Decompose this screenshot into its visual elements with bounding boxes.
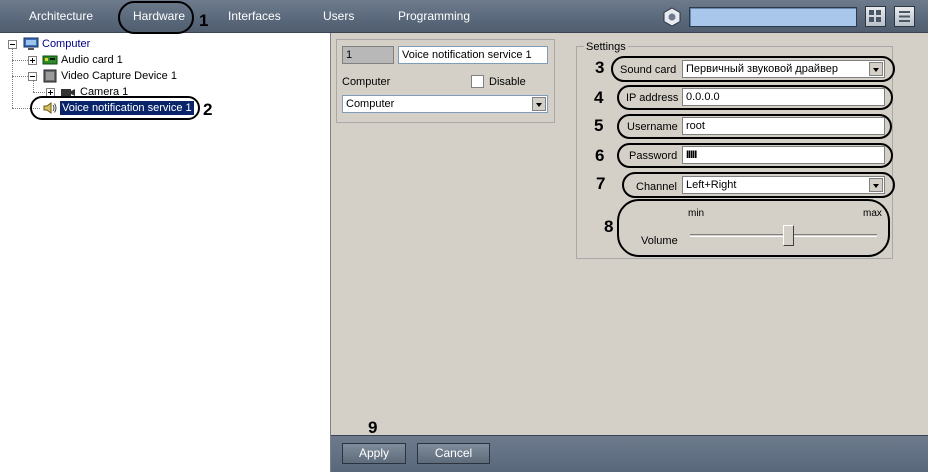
tab-interfaces[interactable]: Interfaces	[228, 9, 281, 23]
disable-label: Disable	[489, 76, 526, 88]
settings-hex-icon[interactable]	[662, 7, 682, 27]
audio-card-icon	[42, 55, 58, 65]
object-name-field[interactable]: Voice notification service 1	[398, 46, 548, 64]
cancel-button[interactable]: Cancel	[417, 443, 490, 464]
computer-icon	[23, 37, 39, 50]
annotation-number: 6	[595, 146, 605, 165]
annotation-oval-hardware	[118, 1, 194, 34]
video-device-icon	[43, 69, 57, 83]
computer-select-value: Computer	[346, 98, 395, 110]
annotation-number: 3	[595, 58, 605, 77]
app-window: Architecture Hardware Interfaces Users P…	[0, 0, 928, 472]
collapse-video-device-toggle[interactable]	[28, 72, 37, 81]
menu-icon	[899, 11, 910, 22]
annotation-number: 7	[596, 174, 606, 193]
tab-users[interactable]: Users	[323, 9, 354, 23]
search-input[interactable]	[689, 7, 857, 27]
tree-connector	[12, 60, 28, 61]
annotation-oval-volume	[617, 199, 890, 257]
disable-checkbox[interactable]	[471, 75, 484, 88]
apply-button[interactable]: Apply	[342, 443, 406, 464]
computer-label: Computer	[342, 76, 391, 88]
annotation-oval-ip-address	[617, 85, 893, 110]
annotation-number: 8	[604, 217, 614, 236]
expand-audio-card-toggle[interactable]	[28, 56, 37, 65]
computer-select[interactable]: Computer	[342, 95, 548, 113]
menu-button[interactable]	[894, 6, 915, 27]
settings-legend: Settings	[584, 41, 628, 53]
annotation-number: 1	[199, 11, 209, 30]
annotation-oval-username	[617, 114, 892, 139]
annotation-oval-password	[617, 143, 893, 168]
tree-connector	[12, 76, 28, 77]
tree-connector	[33, 92, 47, 93]
annotation-number: 2	[203, 100, 213, 119]
annotation-oval-channel	[622, 172, 895, 198]
chevron-down-icon[interactable]	[532, 97, 546, 111]
tab-architecture[interactable]: Architecture	[29, 9, 93, 23]
object-id-field[interactable]: 1	[342, 46, 394, 64]
grid-view-button[interactable]	[865, 6, 886, 27]
annotation-oval-sound-card	[611, 56, 895, 82]
annotation-number: 5	[594, 116, 604, 135]
collapse-computer-toggle[interactable]	[8, 40, 17, 49]
tree-connector	[33, 80, 34, 92]
tree-item-audio-card[interactable]: Audio card 1	[61, 53, 123, 67]
annotation-number: 4	[594, 88, 604, 107]
tree-item-video-device[interactable]: Video Capture Device 1	[61, 69, 177, 83]
grid-icon	[869, 10, 881, 22]
annotation-oval-voice-service	[30, 96, 200, 120]
tree-item-computer[interactable]: Computer	[42, 37, 90, 51]
tree-connector	[12, 49, 13, 108]
tab-programming[interactable]: Programming	[398, 9, 470, 23]
